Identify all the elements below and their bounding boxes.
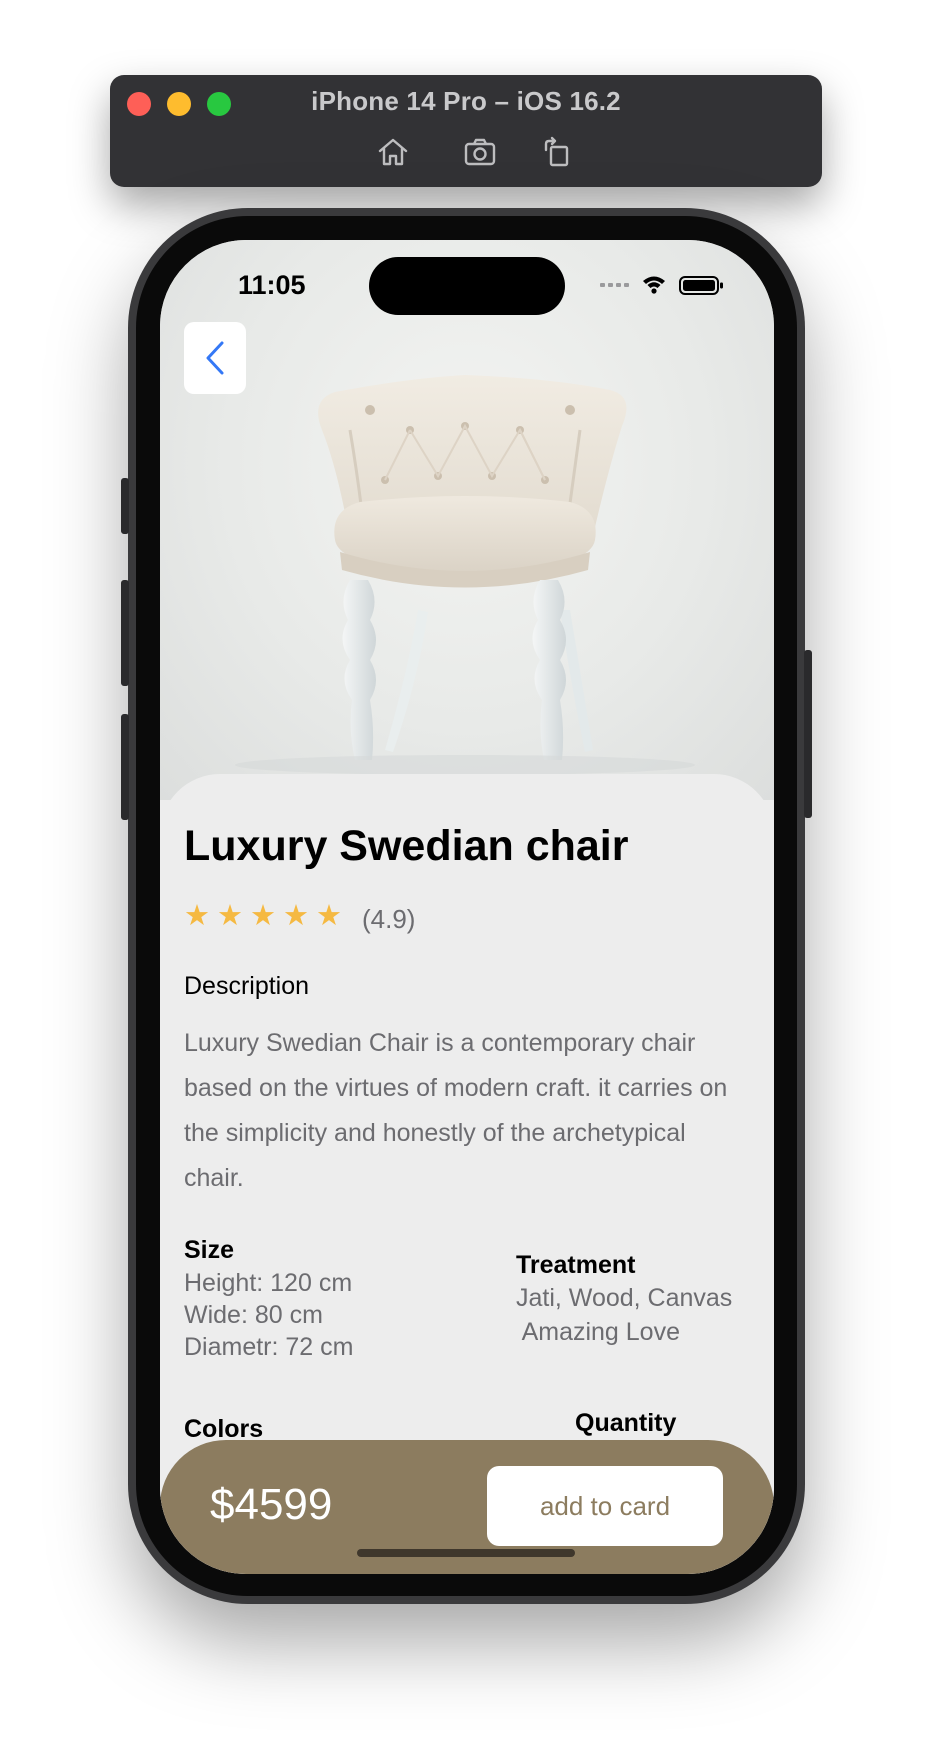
battery-icon — [679, 276, 723, 295]
star-icon: ★ — [316, 900, 342, 932]
description-heading: Description — [184, 972, 310, 1000]
status-icons — [600, 274, 740, 296]
description-text: Luxury Swedian Chair is a contemporary c… — [184, 1029, 728, 1192]
back-button[interactable] — [184, 322, 246, 394]
size-height: Height: 120 cm — [184, 1269, 353, 1297]
volume-up-button — [121, 580, 129, 686]
chevron-left-icon — [206, 341, 224, 375]
size-wide: Wide: 80 cm — [184, 1301, 323, 1329]
size-diameter: Diametr: 72 cm — [184, 1333, 354, 1361]
power-button — [804, 650, 812, 818]
product-image: 11:05 — [160, 240, 774, 800]
signal-icon — [600, 283, 629, 287]
size-heading: Size — [184, 1236, 235, 1264]
screenshot-icon[interactable] — [462, 136, 498, 168]
star-icon: ★ — [217, 900, 243, 932]
rotate-icon[interactable] — [540, 136, 576, 168]
treatment-materials: Jati, Wood, Canvas — [516, 1284, 733, 1312]
home-indicator[interactable] — [357, 1549, 575, 1557]
dynamic-island — [369, 257, 565, 315]
phone-screen: 11:05 Luxury Swedian chair ★ ★ ★ ★ ★ (4.… — [160, 240, 774, 1574]
star-icon: ★ — [283, 900, 309, 932]
product-title: Luxury Swedian chair — [184, 822, 629, 870]
rating-stars: ★ ★ ★ ★ ★ — [184, 902, 342, 931]
quantity-heading: Quantity — [575, 1409, 677, 1437]
price: $4599 — [210, 1480, 333, 1529]
volume-down-button — [121, 714, 129, 820]
rating-value: (4.9) — [362, 904, 416, 934]
status-time: 11:05 — [238, 270, 306, 300]
simulator-title: iPhone 14 Pro – iOS 16.2 — [311, 86, 621, 116]
chair-illustration — [235, 375, 695, 775]
star-icon: ★ — [250, 900, 276, 932]
star-icon: ★ — [184, 900, 210, 932]
treatment-tagline: Amazing Love — [516, 1318, 680, 1346]
wifi-icon — [643, 276, 665, 294]
treatment-heading: Treatment — [516, 1251, 636, 1279]
add-to-cart-button[interactable]: add to card — [487, 1466, 723, 1546]
home-icon[interactable] — [375, 136, 411, 168]
action-button — [121, 478, 129, 534]
